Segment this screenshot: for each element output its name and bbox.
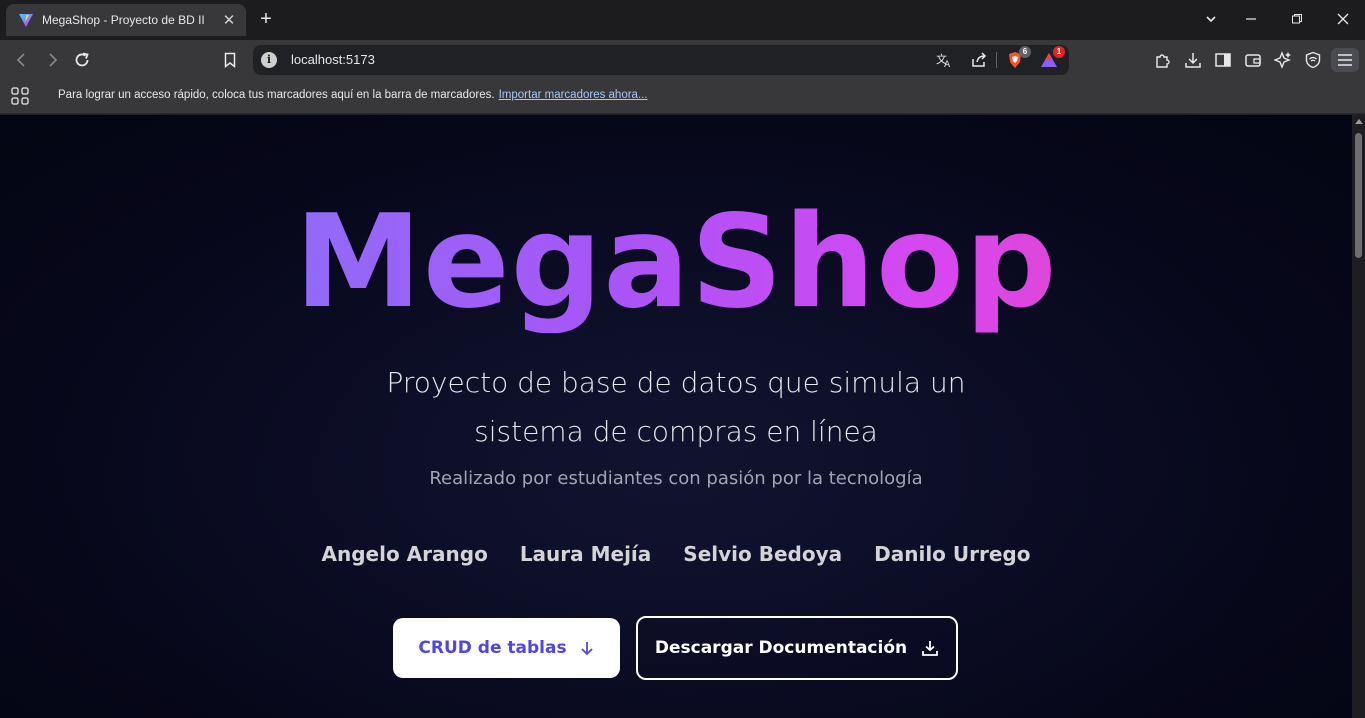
url-text[interactable]: localhost:5173: [291, 52, 375, 67]
address-bar[interactable]: i localhost:5173 文A 6 1: [253, 45, 1069, 75]
hero-subtitle: Proyecto de base de datos que simula un …: [386, 366, 966, 448]
hero-title: MegaShop: [0, 193, 1352, 333]
tab-strip: MegaShop - Proyecto de BD II ✕ +: [0, 0, 1365, 40]
page-viewport: MegaShop Proyecto de base de datos que s…: [0, 115, 1352, 718]
scroll-thumb[interactable]: [1355, 133, 1362, 258]
bookmark-icon[interactable]: [218, 48, 242, 72]
minimize-button[interactable]: [1239, 8, 1263, 32]
reload-icon[interactable]: [70, 48, 94, 72]
sidebar-icon[interactable]: [1211, 48, 1235, 72]
forward-arrow-icon[interactable]: [40, 48, 64, 72]
tab-search-icon[interactable]: [1199, 8, 1223, 32]
tab-close-icon[interactable]: ✕: [220, 11, 238, 29]
downloads-icon[interactable]: [1181, 48, 1205, 72]
crud-tables-button[interactable]: CRUD de tablas: [393, 618, 620, 678]
vpn-icon[interactable]: [1301, 48, 1325, 72]
back-arrow-icon[interactable]: [10, 48, 34, 72]
omnibox-divider: [996, 52, 997, 68]
site-info-icon[interactable]: i: [261, 52, 277, 68]
brave-rewards-icon[interactable]: 1: [1038, 46, 1065, 71]
author-name: Laura Mejía: [519, 542, 652, 566]
tab-megashop[interactable]: MegaShop - Proyecto de BD II ✕: [6, 4, 246, 36]
restore-button[interactable]: [1285, 8, 1309, 32]
apps-grid-icon[interactable]: [11, 87, 29, 105]
browser-toolbar: i localhost:5173 文A 6 1: [0, 40, 1365, 80]
download-docs-button[interactable]: Descargar Documentación: [636, 616, 958, 680]
extensions-icon[interactable]: [1151, 48, 1175, 72]
wallet-icon[interactable]: [1241, 48, 1265, 72]
bookmarks-message: Para lograr un acceso rápido, coloca tus…: [58, 89, 648, 101]
hero-tagline: Realizado por estudiantes con pasión por…: [429, 468, 923, 489]
docs-button-label: Descargar Documentación: [654, 638, 908, 658]
new-tab-button[interactable]: +: [255, 8, 277, 30]
rewards-badge: 1: [1053, 46, 1065, 58]
menu-icon[interactable]: [1331, 48, 1359, 72]
bookmarks-bar: Para lograr un acceso rápido, coloca tus…: [0, 80, 1365, 114]
download-icon: [922, 641, 939, 656]
shields-badge: 6: [1019, 46, 1031, 58]
bookmarks-hint: Para lograr un acceso rápido, coloca tus…: [58, 89, 495, 101]
svg-text:A: A: [944, 60, 951, 69]
arrow-down-icon: [580, 642, 593, 656]
author-name: Danilo Urrego: [874, 542, 1031, 566]
import-bookmarks-link[interactable]: Importar marcadores ahora...: [499, 89, 648, 101]
translate-icon[interactable]: 文A: [933, 49, 955, 71]
author-name: Selvio Bedoya: [683, 542, 843, 566]
tab-title: MegaShop - Proyecto de BD II: [42, 13, 205, 27]
page-scrollbar[interactable]: [1352, 115, 1365, 718]
brave-shields-icon[interactable]: 6: [1004, 46, 1031, 71]
vite-favicon-icon: [19, 14, 33, 27]
close-window-button[interactable]: [1331, 8, 1355, 32]
author-name: Angelo Arango: [321, 542, 488, 566]
share-icon[interactable]: [968, 49, 990, 71]
scroll-up-arrow-icon[interactable]: [1355, 119, 1363, 124]
leo-ai-icon[interactable]: [1271, 48, 1295, 72]
authors-list: Angelo Arango Laura Mejía Selvio Bedoya …: [0, 542, 1352, 566]
crud-button-label: CRUD de tablas: [418, 638, 567, 658]
